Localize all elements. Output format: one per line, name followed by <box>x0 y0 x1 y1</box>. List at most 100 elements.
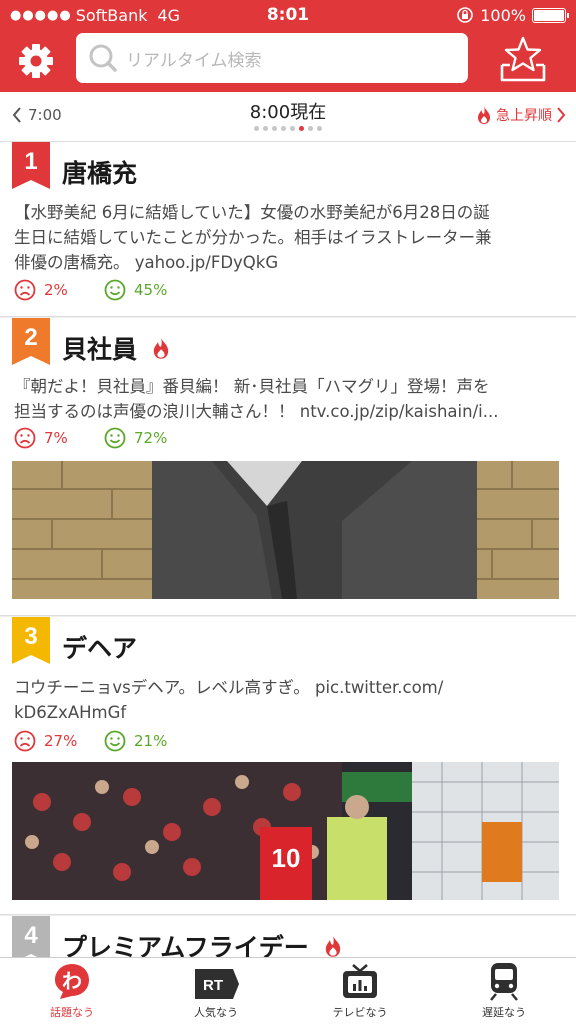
trend-feed: 1 唐橋充 【水野美紀 6月に結婚していた】女優の水野美紀が6月28日の誕 生日… <box>0 142 576 957</box>
smile-face-icon <box>104 730 126 752</box>
rank-ribbon: 2 <box>12 318 50 365</box>
gear-icon[interactable] <box>16 41 56 81</box>
positive-percent: 45% <box>134 281 168 299</box>
trend-description: コウチーニョvsデヘア。レベル高すぎ。 pic.twitter.com/ kD6… <box>14 675 556 725</box>
rank-number: 4 <box>24 922 38 949</box>
flame-icon <box>325 935 340 957</box>
svg-text:RT: RT <box>203 977 223 994</box>
text-line: 【水野美紀 6月に結婚していた】女優の水野美紀が6月28日の誕 <box>14 203 490 222</box>
tab-topics[interactable]: わ 話題なう <box>0 958 144 1024</box>
orientation-lock-icon <box>457 7 474 23</box>
negative-sentiment: 27% <box>14 730 104 752</box>
negative-sentiment: 2% <box>14 279 104 301</box>
trend-word[interactable]: デヘア <box>62 629 137 665</box>
battery-icon <box>532 7 569 23</box>
text-line: コウチーニョvsデヘア。レベル高すぎ。 pic.twitter.com/ <box>14 678 444 697</box>
bottom-tab-bar: わ 話題なう RT 人気なう テレビなう 遅延なう <box>0 957 576 1024</box>
time-navigation: 7:00 8:00現在 急上昇順 <box>0 92 576 142</box>
app-header: リアルタイム検索 <box>0 30 576 92</box>
rank-number: 2 <box>24 324 37 351</box>
sort-rising-label: 急上昇順 <box>496 108 552 124</box>
sentiment-metrics: 27% 21% <box>14 730 167 752</box>
rt-icon: RT <box>195 969 239 999</box>
trend-word[interactable]: プレミアムフライデー <box>62 928 343 957</box>
rank-ribbon: 1 <box>12 142 50 189</box>
tab-popular[interactable]: RT 人気なう <box>144 958 288 1024</box>
negative-sentiment: 7% <box>14 427 104 449</box>
positive-sentiment: 21% <box>104 730 167 752</box>
wa-logo-icon: わ <box>55 964 89 999</box>
flame-icon <box>478 106 490 124</box>
battery-percent: 100% <box>480 5 526 25</box>
rank-number: 1 <box>24 148 37 175</box>
positive-percent: 72% <box>134 429 168 447</box>
trend-word-text: 唐橋充 <box>62 159 138 188</box>
negative-percent: 2% <box>44 281 68 299</box>
svg-text:10: 10 <box>272 843 301 873</box>
status-right: 100% <box>456 5 569 25</box>
page-dot <box>272 126 277 131</box>
smile-face-icon <box>104 427 126 449</box>
rank-ribbon: 3 <box>12 617 50 664</box>
tv-icon <box>343 964 377 998</box>
sentiment-metrics: 7% 72% <box>14 427 167 449</box>
text-line: 俳優の唐橋充。 yahoo.jp/FDyQkG <box>14 253 279 272</box>
trend-word[interactable]: 貝社員 <box>62 330 171 366</box>
trend-word-text: 貝社員 <box>62 335 138 364</box>
search-input[interactable]: リアルタイム検索 <box>76 33 468 83</box>
page-dot <box>317 126 322 131</box>
signal-strength: ●●●●● <box>10 7 72 23</box>
positive-sentiment: 45% <box>104 279 167 301</box>
trend-word-text: プレミアムフライデー <box>62 933 309 957</box>
trend-description: 【水野美紀 6月に結婚していた】女優の水野美紀が6月28日の誕 生日に結婚してい… <box>14 200 556 275</box>
tab-tv[interactable]: テレビなう <box>288 958 432 1024</box>
trend-card[interactable]: 3 デヘア コウチーニョvsデヘア。レベル高すぎ。 pic.twitter.co… <box>0 617 576 915</box>
carrier-name: SoftBank <box>75 5 148 25</box>
positive-percent: 21% <box>134 732 168 750</box>
text-line: 担当するのは声優の浪川大輔さん！！ ntv.co.jp/zip/kaishain… <box>14 402 499 421</box>
sentiment-metrics: 2% 45% <box>14 279 167 301</box>
page-dot <box>254 126 259 131</box>
sad-face-icon <box>14 427 36 449</box>
page-indicator <box>0 126 576 131</box>
search-icon <box>89 44 117 72</box>
positive-sentiment: 72% <box>104 427 167 449</box>
trend-word[interactable]: 唐橋充 <box>62 154 137 190</box>
status-bar: ●●●●● SoftBank 4G 8:01 100% <box>0 0 576 30</box>
trend-word-text: デヘア <box>62 634 138 663</box>
tab-label: 話題なう <box>50 1006 94 1019</box>
text-line: kD6ZxAHmGf <box>14 703 127 722</box>
flame-icon <box>153 337 169 359</box>
train-icon <box>490 963 518 1001</box>
svg-text:わ: わ <box>62 969 82 993</box>
trend-description: 『朝だよ！貝社員』番貝編！ 新･貝社員「ハマグリ」登場！声を 担当するのは声優の… <box>14 374 556 424</box>
tab-label: テレビなう <box>332 1006 388 1019</box>
page-dot <box>263 126 268 131</box>
star-tray-icon[interactable] <box>498 35 548 83</box>
page-dot <box>308 126 313 131</box>
trend-card[interactable]: 2 貝社員 『朝だよ！貝社員』番貝編！ 新･貝社員「ハマグリ」登場！声を 担当す… <box>0 318 576 616</box>
sad-face-icon <box>14 279 36 301</box>
trend-photo[interactable]: 10 <box>12 762 559 900</box>
trend-photo[interactable] <box>12 461 559 599</box>
rank-number: 3 <box>24 623 37 650</box>
page-dot <box>281 126 286 131</box>
tab-label: 遅延なう <box>482 1006 526 1019</box>
chevron-right-icon <box>557 107 566 123</box>
smile-face-icon <box>104 279 126 301</box>
page-dot <box>290 126 295 131</box>
tab-delays[interactable]: 遅延なう <box>432 958 576 1024</box>
negative-percent: 27% <box>44 732 78 750</box>
sad-face-icon <box>14 730 36 752</box>
negative-percent: 7% <box>44 429 68 447</box>
tab-label: 人気なう <box>194 1006 238 1019</box>
rank-ribbon: 4 <box>12 916 50 957</box>
search-placeholder: リアルタイム検索 <box>126 50 262 71</box>
sort-rising-button[interactable]: 急上昇順 <box>476 105 566 125</box>
text-line: 『朝だよ！貝社員』番貝編！ 新･貝社員「ハマグリ」登場！声を <box>14 377 490 396</box>
network-type: 4G <box>157 5 181 25</box>
text-line: 生日に結婚していたことが分かった。相手はイラストレーター兼 <box>14 228 492 247</box>
page-dot <box>299 126 304 131</box>
trend-card[interactable]: 4 プレミアムフライデー <box>0 916 576 957</box>
trend-card[interactable]: 1 唐橋充 【水野美紀 6月に結婚していた】女優の水野美紀が6月28日の誕 生日… <box>0 142 576 317</box>
